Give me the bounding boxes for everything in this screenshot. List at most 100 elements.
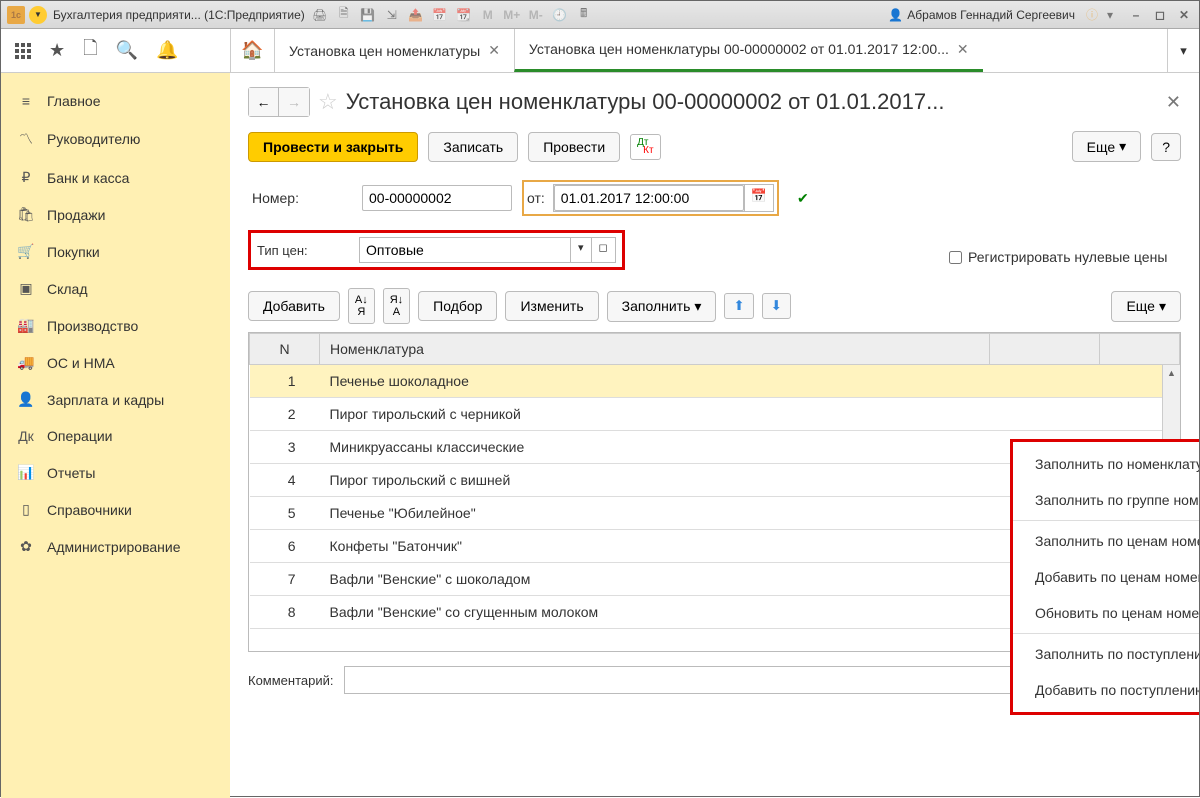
fill-menu-item[interactable]: Заполнить по номенклатуре bbox=[1013, 446, 1199, 482]
sidebar-item-manager[interactable]: 〽Руководителю bbox=[1, 119, 230, 159]
move-down-button[interactable]: ⬇ bbox=[762, 293, 791, 319]
post-button[interactable]: Провести bbox=[528, 132, 620, 162]
scroll-up-icon[interactable]: ▲ bbox=[1163, 365, 1180, 381]
tab-close-icon[interactable]: ✕ bbox=[488, 42, 500, 59]
apps-grid-icon[interactable] bbox=[15, 43, 31, 59]
fill-menu-item[interactable]: Заполнить по группе номенклатуры bbox=[1013, 482, 1199, 518]
compare-icon[interactable]: ⇲ bbox=[383, 6, 401, 24]
sidebar-item-main[interactable]: ≡Главное bbox=[1, 83, 230, 119]
window-close-button[interactable]: ✕ bbox=[1175, 6, 1193, 24]
sidebar-label: Администрирование bbox=[47, 539, 181, 555]
window-minimize-button[interactable]: – bbox=[1127, 6, 1145, 24]
write-button[interactable]: Записать bbox=[428, 132, 518, 162]
sidebar: ≡Главное 〽Руководителю ₽Банк и касса 🛍Пр… bbox=[1, 73, 230, 798]
sidebar-item-salary[interactable]: 👤Зарплата и кадры bbox=[1, 381, 230, 418]
m-minus-icon[interactable]: M- bbox=[527, 6, 545, 24]
clock-icon[interactable]: 🕘 bbox=[551, 6, 569, 24]
table-more-button[interactable]: Еще ▾ bbox=[1111, 291, 1181, 322]
sidebar-item-admin[interactable]: ✿Администрирование bbox=[1, 528, 230, 565]
sidebar-label: Руководителю bbox=[47, 131, 140, 147]
calendar31-icon[interactable]: 📆 bbox=[455, 6, 473, 24]
print-icon[interactable]: 🖨 bbox=[311, 6, 329, 24]
home-button[interactable]: 🏠 bbox=[230, 29, 274, 72]
sidebar-item-warehouse[interactable]: ▣Склад bbox=[1, 270, 230, 307]
cell-n: 4 bbox=[250, 464, 320, 497]
cell-n: 1 bbox=[250, 365, 320, 398]
calendar-icon[interactable]: 📅 bbox=[431, 6, 449, 24]
fill-button[interactable]: Заполнить ▾ bbox=[607, 291, 717, 322]
sidebar-item-bank[interactable]: ₽Банк и касса bbox=[1, 159, 230, 196]
factory-icon: 🏭 bbox=[17, 317, 35, 334]
favorites-icon[interactable]: ★ bbox=[49, 40, 65, 61]
add-row-button[interactable]: Добавить bbox=[248, 291, 340, 321]
m-icon[interactable]: M bbox=[479, 6, 497, 24]
clipboard-icon[interactable]: 🗋 bbox=[83, 36, 97, 66]
nav-forward-button[interactable]: → bbox=[279, 88, 309, 116]
sidebar-label: ОС и НМА bbox=[47, 355, 115, 371]
print-preview-icon[interactable]: 🗎 bbox=[335, 6, 353, 24]
date-input[interactable] bbox=[554, 185, 744, 211]
user-badge[interactable]: 👤 Абрамов Геннадий Сергеевич bbox=[888, 8, 1075, 22]
more-actions-button[interactable]: Еще▾ bbox=[1072, 131, 1142, 162]
fill-menu-item[interactable]: Добавить по поступлению bbox=[1013, 672, 1199, 708]
col-header-price[interactable] bbox=[990, 334, 1100, 365]
calendar-picker-icon[interactable]: 📅 bbox=[744, 185, 773, 211]
document-content: ← → ☆ Установка цен номенклатуры 00-0000… bbox=[230, 73, 1199, 798]
notifications-icon[interactable]: 🔔 bbox=[156, 40, 178, 61]
sort-asc-button[interactable]: А↓Я bbox=[348, 288, 375, 324]
window-maximize-button[interactable]: ◻ bbox=[1151, 6, 1169, 24]
search-icon[interactable]: 🔍 bbox=[116, 40, 138, 61]
sidebar-item-production[interactable]: 🏭Производство bbox=[1, 307, 230, 344]
fill-menu-item[interactable]: Заполнить по ценам номенклатуры bbox=[1013, 523, 1199, 559]
number-input[interactable] bbox=[362, 185, 512, 211]
sidebar-item-catalogs[interactable]: ▯Справочники bbox=[1, 491, 230, 528]
fill-menu-item[interactable]: Заполнить по поступлению bbox=[1013, 636, 1199, 672]
sidebar-item-reports[interactable]: 📊Отчеты bbox=[1, 454, 230, 491]
chevron-down-icon: ▾ bbox=[694, 298, 701, 315]
tab-label: Установка цен номенклатуры 00-00000002 о… bbox=[529, 41, 949, 57]
register-zero-checkbox[interactable] bbox=[949, 251, 962, 264]
fill-menu-item[interactable]: Добавить по ценам номенклатуры bbox=[1013, 559, 1199, 595]
col-header-n[interactable]: N bbox=[250, 334, 320, 365]
info-icon[interactable]: ⓘ bbox=[1083, 6, 1101, 24]
approve-icon[interactable]: ✔ bbox=[797, 190, 809, 207]
date-label: от: bbox=[527, 190, 545, 206]
nav-back-button[interactable]: ← bbox=[249, 88, 279, 116]
sort-desc-button[interactable]: Я↓А bbox=[383, 288, 410, 324]
tab-price-setting-list[interactable]: Установка цен номенклатуры ✕ bbox=[274, 29, 514, 72]
close-document-button[interactable]: ✕ bbox=[1166, 92, 1181, 113]
sidebar-item-operations[interactable]: ДкОперации bbox=[1, 418, 230, 454]
sidebar-item-sales[interactable]: 🛍Продажи bbox=[1, 196, 230, 233]
select-button[interactable]: Подбор bbox=[418, 291, 497, 321]
calc-icon[interactable]: 🖩 bbox=[575, 6, 593, 24]
tabs-overflow-button[interactable]: ▾ bbox=[1167, 29, 1199, 72]
ruble-icon: ₽ bbox=[17, 169, 35, 186]
info-dropdown-icon[interactable]: ▾ bbox=[1101, 6, 1119, 24]
tab-close-icon[interactable]: ✕ bbox=[957, 41, 969, 58]
cell-n: 5 bbox=[250, 497, 320, 530]
post-and-close-button[interactable]: Провести и закрыть bbox=[248, 132, 418, 162]
titlebar-dropdown-icon[interactable]: ▼ bbox=[29, 6, 47, 24]
cell-n: 3 bbox=[250, 431, 320, 464]
sidebar-item-assets[interactable]: 🚚 ОС и НМА bbox=[1, 344, 230, 381]
price-type-open-icon[interactable]: ◻ bbox=[591, 238, 615, 262]
table-row[interactable]: 2Пирог тирольский с черникой bbox=[250, 398, 1180, 431]
tab-price-setting-doc[interactable]: Установка цен номенклатуры 00-00000002 о… bbox=[514, 29, 983, 72]
favorite-star-icon[interactable]: ☆ bbox=[318, 89, 338, 115]
save-icon[interactable]: 💾 bbox=[359, 6, 377, 24]
m-plus-icon[interactable]: M+ bbox=[503, 6, 521, 24]
table-row[interactable]: 1Печенье шоколадное bbox=[250, 365, 1180, 398]
box-icon: ▣ bbox=[17, 280, 35, 297]
fill-menu-item[interactable]: Обновить по ценам номенклатуры bbox=[1013, 595, 1199, 631]
col-header-name[interactable]: Номенклатура bbox=[320, 334, 990, 365]
price-type-dropdown-icon[interactable]: ▾ bbox=[570, 238, 591, 262]
change-button[interactable]: Изменить bbox=[505, 291, 598, 321]
sidebar-item-purchases[interactable]: 🛒Покупки bbox=[1, 233, 230, 270]
price-type-input[interactable] bbox=[360, 238, 570, 262]
truck-icon: 🚚 bbox=[17, 354, 35, 371]
move-up-button[interactable]: ⬆ bbox=[724, 293, 753, 319]
col-header-currency[interactable] bbox=[1100, 334, 1180, 365]
mail-icon[interactable]: 📤 bbox=[407, 6, 425, 24]
help-button[interactable]: ? bbox=[1151, 133, 1181, 161]
dtkt-button[interactable]: ДтКт bbox=[630, 134, 660, 160]
